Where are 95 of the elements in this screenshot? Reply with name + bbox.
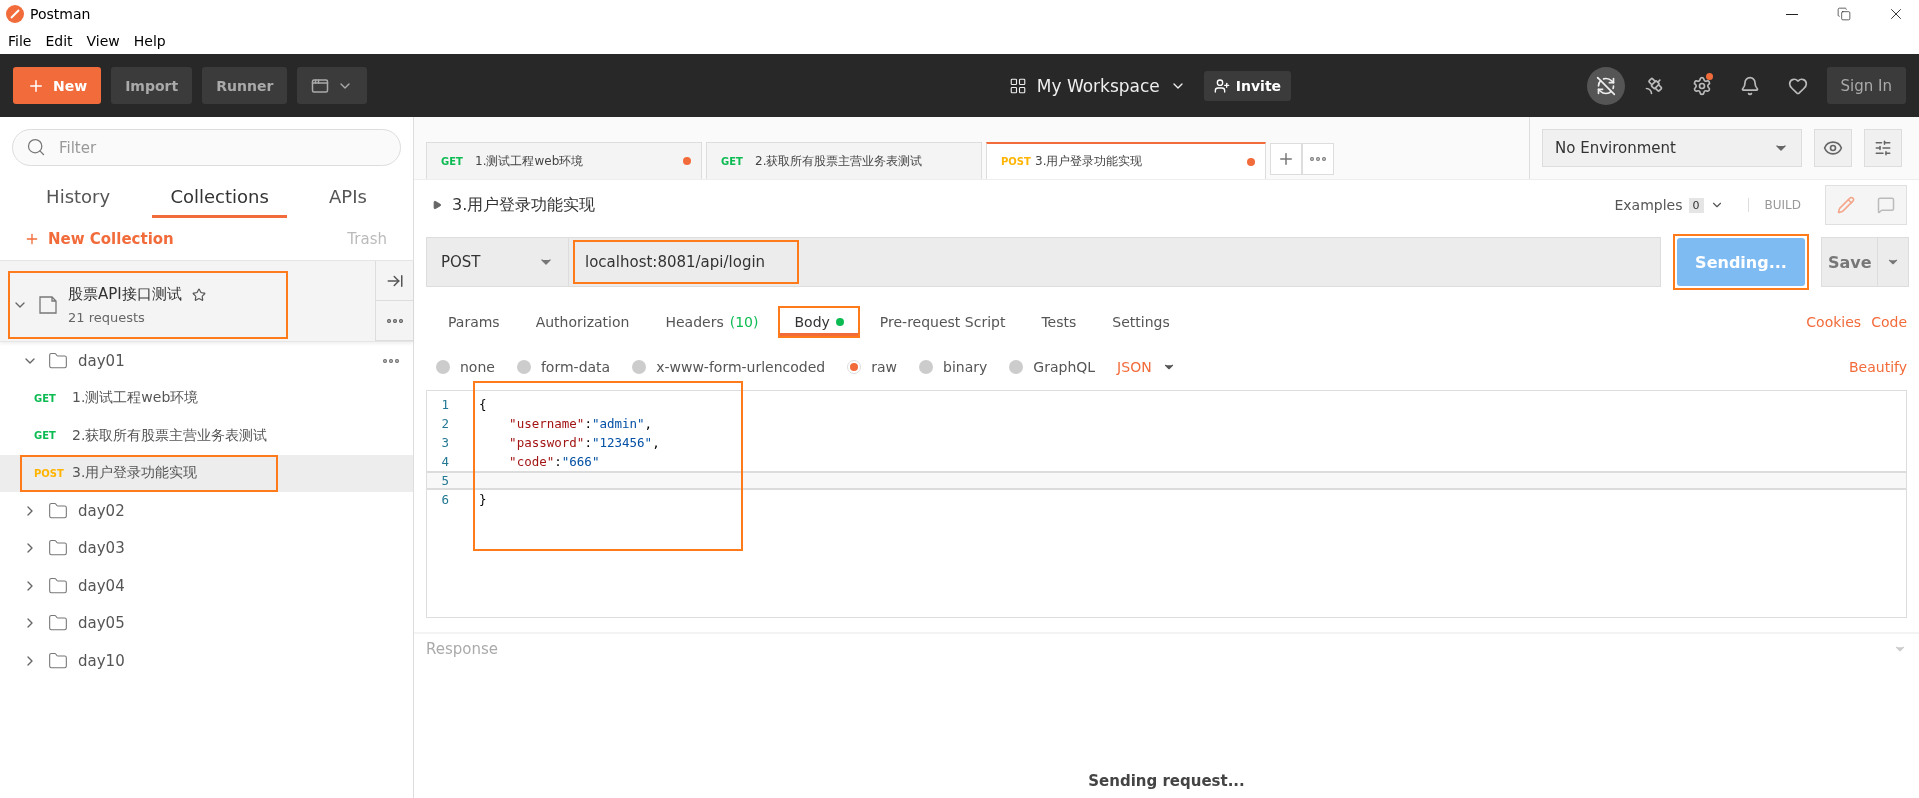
examples-button[interactable]: Examples 0 xyxy=(1608,196,1730,214)
plus-icon xyxy=(24,231,40,247)
comment-icon xyxy=(1877,196,1895,214)
request-item[interactable]: GET 2.获取所有股票主营业务表测试 xyxy=(0,417,413,455)
environment-settings-button[interactable] xyxy=(1864,129,1902,167)
new-window-button[interactable] xyxy=(297,67,368,104)
line-number: 5 xyxy=(440,473,450,488)
request-name: 3.用户登录功能实现 xyxy=(452,194,597,216)
plus-icon xyxy=(1277,150,1295,168)
sidebar-tab[interactable]: Collections xyxy=(152,180,287,218)
app-logo-icon xyxy=(6,5,24,23)
request-tab[interactable]: GET 2.获取所有股票主营业务表测试 xyxy=(706,142,982,179)
folder-icon xyxy=(48,575,68,596)
request-option-tab[interactable]: Settings xyxy=(1096,306,1186,338)
search-icon xyxy=(26,137,46,157)
folder-name[interactable]: day01 xyxy=(78,351,373,370)
more-icon xyxy=(1310,157,1326,161)
body-mode-radio[interactable]: binary xyxy=(919,359,988,375)
runner-button[interactable]: Runner xyxy=(202,67,288,104)
settings-icon xyxy=(1691,75,1712,96)
sidebar-tab[interactable]: APIs xyxy=(311,180,385,218)
request-tab[interactable]: GET 1.测试工程web环境 xyxy=(426,142,702,179)
folder-icon xyxy=(48,350,68,371)
pencil-icon xyxy=(1837,196,1855,214)
response-title: Response xyxy=(426,640,499,658)
folder-name[interactable]: day10 xyxy=(78,651,399,670)
menu-item[interactable]: View xyxy=(86,33,120,49)
unsaved-dot xyxy=(1247,157,1255,166)
collection-icon xyxy=(38,295,58,315)
line-number: 1 xyxy=(440,397,450,412)
folder-name[interactable]: day04 xyxy=(78,576,399,595)
build-label: BUILD xyxy=(1747,198,1801,212)
sign-in-button[interactable]: Sign In xyxy=(1826,67,1906,104)
folder-name[interactable]: day02 xyxy=(78,501,399,520)
request-option-tab[interactable]: Params xyxy=(432,306,516,338)
sidebar-tab[interactable]: History xyxy=(28,180,129,218)
code-line: { xyxy=(478,397,487,412)
request-option-tab[interactable]: Headers (10) xyxy=(649,306,775,338)
body-mode-radio[interactable]: raw xyxy=(847,359,898,375)
user-plus-icon xyxy=(1213,77,1230,94)
menu-item[interactable]: Help xyxy=(133,33,166,49)
code-line: "username":"admin", xyxy=(508,416,653,431)
code-line: "password":"123456", xyxy=(508,435,660,450)
request-item[interactable]: GET 1.测试工程web环境 xyxy=(0,379,413,417)
folder-name[interactable]: day03 xyxy=(78,539,399,558)
url-field[interactable]: localhost:8081/api/login xyxy=(573,240,799,284)
window-title: Postman xyxy=(30,6,92,22)
bell-icon xyxy=(1739,75,1760,96)
sliders-icon xyxy=(1874,139,1892,157)
line-number: 3 xyxy=(440,435,450,450)
body-mode-radio[interactable]: form-data xyxy=(516,359,611,375)
line-number: 2 xyxy=(440,416,450,431)
sync-off-button[interactable] xyxy=(1586,66,1625,105)
menu-item[interactable]: File xyxy=(8,33,32,49)
request-option-tab[interactable]: Authorization xyxy=(519,306,646,338)
request-item[interactable]: POST 3.用户登录功能实现 xyxy=(0,454,413,492)
unsaved-dot xyxy=(683,157,691,165)
sync-off-icon xyxy=(1595,75,1616,96)
more-tabs-button[interactable] xyxy=(1302,143,1334,175)
code-line: "code":"666" xyxy=(508,454,600,469)
line-number: 4 xyxy=(440,454,450,469)
request-option-tab[interactable]: Pre-request Script xyxy=(863,306,1022,338)
invite-button[interactable]: Invite xyxy=(1203,70,1292,101)
heart-icon xyxy=(1787,75,1808,96)
line-number: 6 xyxy=(440,492,450,507)
import-button[interactable]: Import xyxy=(111,67,193,104)
loading-status: Sending request... xyxy=(1088,772,1245,790)
environment-select[interactable]: No Environment xyxy=(1542,129,1802,167)
eye-icon xyxy=(1823,138,1843,158)
star-icon[interactable] xyxy=(191,287,206,302)
window-icon xyxy=(311,76,330,95)
grid-icon xyxy=(1008,76,1027,95)
folder-name[interactable]: day05 xyxy=(78,614,399,633)
collection-item[interactable]: 股票API接口测试 21 requests xyxy=(8,271,288,339)
request-tab[interactable]: POST 3.用户登录功能实现 xyxy=(986,142,1266,179)
body-mode-radio[interactable]: none xyxy=(436,359,495,375)
request-option-tab[interactable]: Body xyxy=(778,306,860,338)
minimize-icon xyxy=(1786,13,1798,15)
workspace-button[interactable]: My Workspace xyxy=(1002,74,1192,97)
more-icon[interactable] xyxy=(383,358,399,363)
filter-field[interactable]: Filter xyxy=(12,129,401,166)
folder-icon xyxy=(48,650,68,671)
request-option-tab[interactable]: Tests xyxy=(1025,306,1093,338)
body-mode-radio[interactable]: GraphQL xyxy=(1009,359,1096,375)
body-mode-radio[interactable]: x-www-form-urlencoded xyxy=(632,359,826,375)
code-line: } xyxy=(478,492,487,507)
menu-item[interactable]: Edit xyxy=(45,33,73,49)
satellite-icon xyxy=(1643,75,1664,96)
folder-icon xyxy=(48,500,68,521)
status-dot xyxy=(835,318,844,326)
eye-button[interactable] xyxy=(1814,129,1852,167)
expand-icon[interactable] xyxy=(432,200,442,210)
restore-icon xyxy=(1837,7,1851,21)
add-tab-button[interactable] xyxy=(1270,143,1302,175)
more-icon xyxy=(386,318,403,323)
